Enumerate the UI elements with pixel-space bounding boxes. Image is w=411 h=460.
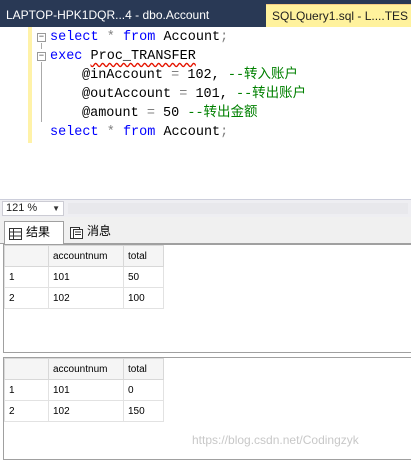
horizontal-scrollbar[interactable] [68,203,408,214]
operator-equals: = [179,87,188,102]
comment-outaccount: --转出账户 [235,87,307,102]
cell-accountnum[interactable]: 102 [48,287,124,309]
tab-account-table[interactable]: LAPTOP-HPK1DQR...4 - dbo.Account [0,4,262,27]
code-line-4: @outAccount = 101, --转出账户 [0,85,411,104]
table-row[interactable]: 1 101 50 [4,266,164,288]
semicolon: ; [220,30,229,45]
message-icon [70,225,83,239]
code-line-6: select * from Account; [0,123,411,142]
cell-total[interactable]: 0 [123,379,164,401]
keyword-select: select [50,30,99,45]
grid-icon [9,226,22,240]
keyword-exec: exec [50,49,83,64]
zoom-dropdown[interactable]: 121 % ▼ [2,201,64,216]
operator-equals: = [171,68,180,83]
code-line-1: − select * from Account; [0,28,411,47]
comment-amount: --转出金额 [187,106,258,121]
column-header-accountnum[interactable]: accountnum [48,245,124,267]
row-number[interactable]: 2 [4,400,49,422]
cell-accountnum[interactable]: 102 [48,400,124,422]
row-number[interactable]: 2 [4,287,49,309]
tab-sqlquery1[interactable]: SQLQuery1.sql - L....TES [266,4,411,27]
param-outaccount: @outAccount [82,87,172,102]
keyword-from: from [122,125,156,140]
results-tab-bar: 结果 消息 [0,217,411,244]
cell-total[interactable]: 50 [123,266,164,288]
collapse-icon[interactable]: − [37,33,46,42]
collapse-icon[interactable]: − [37,52,46,61]
keyword-select: select [50,125,99,140]
procedure-name: Proc_TRANSFER [90,49,196,64]
row-header-corner[interactable] [4,245,49,267]
cell-accountnum[interactable]: 101 [48,266,124,288]
column-header-accountnum[interactable]: accountnum [48,358,124,380]
zoom-value: 121 % [6,202,38,214]
tab-messages-label: 消息 [87,224,112,238]
value-amount: 50 [163,106,180,121]
operator-equals: = [146,106,155,121]
param-inaccount: @inAccount [82,68,164,83]
semicolon: ; [220,125,229,140]
cell-total[interactable]: 100 [123,287,164,309]
sql-editor[interactable]: − select * from Account; − exec Proc_TRA… [0,27,411,199]
cell-accountnum-selected[interactable]: 101 [48,379,124,401]
document-tab-strip: LAPTOP-HPK1DQR...4 - dbo.Account SQLQuer… [0,0,411,27]
grid-header-row: accountnum total [4,245,164,267]
code-line-3: @inAccount = 102, --转入账户 [0,66,411,85]
editor-zoom-bar: 121 % ▼ [0,199,411,217]
tab-results-label: 结果 [26,225,51,239]
row-number[interactable]: 1 [4,266,49,288]
operator-star: * [106,30,115,45]
param-amount: @amount [82,106,139,121]
tab-messages[interactable]: 消息 [66,221,122,244]
tab-results[interactable]: 结果 [4,221,64,244]
code-line-2: − exec Proc_TRANSFER [0,47,411,66]
table-row[interactable]: 1 101 0 [4,379,164,401]
operator-star: * [106,125,115,140]
grid-header-row: accountnum total [4,358,164,380]
table-name: Account [163,30,221,45]
table-row[interactable]: 2 102 150 [4,400,164,422]
row-header-corner[interactable] [4,358,49,380]
comment-inaccount: --转入账户 [227,68,299,83]
code-line-5: @amount = 50 --转出金额 [0,104,411,123]
result-grid-1[interactable]: accountnum total 1 101 50 2 102 100 [3,244,411,353]
cell-total[interactable]: 150 [123,400,164,422]
chevron-down-icon[interactable]: ▼ [52,202,60,215]
watermark: https://blog.csdn.net/Codingzyk [192,433,359,447]
table-row[interactable]: 2 102 100 [4,287,164,309]
column-header-total[interactable]: total [123,245,164,267]
keyword-from: from [122,30,156,45]
table-name: Account [163,125,221,140]
value-outaccount: 101, [195,87,228,102]
column-header-total[interactable]: total [123,358,164,380]
row-number[interactable]: 1 [4,379,49,401]
value-inaccount: 102, [187,68,220,83]
